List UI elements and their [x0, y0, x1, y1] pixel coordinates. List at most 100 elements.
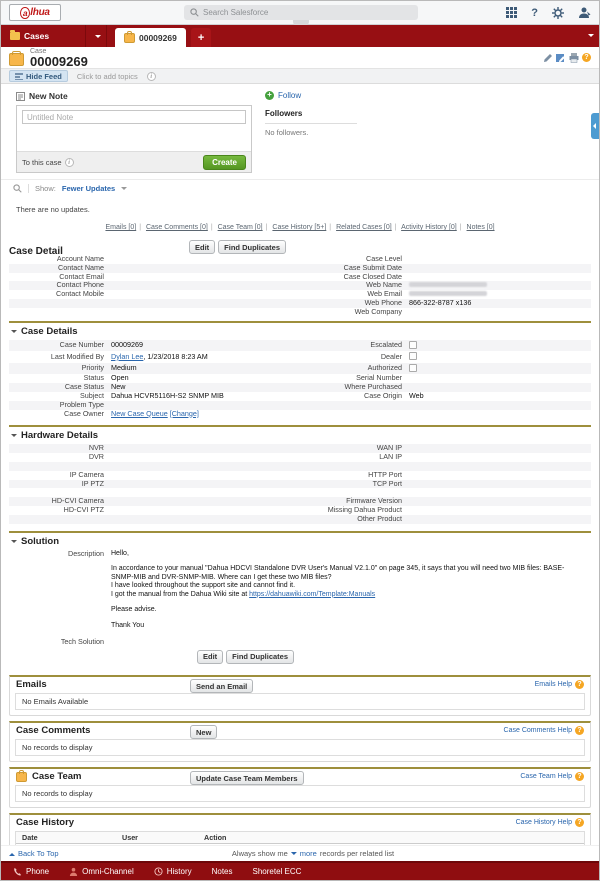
footer-item-omni-channel[interactable]: Omni-Channel — [69, 867, 134, 876]
tab-overflow-chevron-icon[interactable] — [588, 34, 594, 40]
note-body-area[interactable] — [17, 124, 251, 151]
edit-button[interactable]: Edit — [189, 240, 216, 254]
follow-plus-icon[interactable]: + — [265, 91, 274, 100]
create-note-button[interactable]: Create — [203, 154, 246, 170]
footer-item-shoretel-ecc[interactable]: Shoretel ECC — [253, 867, 302, 876]
note-title-input[interactable] — [22, 110, 246, 124]
section-header[interactable]: Case Details — [9, 323, 591, 340]
case-owner-link[interactable]: New Case Queue — [111, 409, 168, 418]
solution-buttons: Edit Find Duplicates — [9, 649, 591, 667]
page-help-icon[interactable]: ? — [582, 53, 591, 62]
footer-item-label: Phone — [26, 867, 50, 876]
find-duplicates-button[interactable]: Find Duplicates — [218, 240, 287, 254]
setup-gear-icon[interactable] — [552, 6, 564, 19]
jump-link-emails[interactable]: Emails [0] — [105, 224, 136, 231]
jump-link-notes[interactable]: Notes [0] — [467, 224, 495, 231]
description-text: Hello, In accordance to your manual "Dah… — [111, 550, 591, 638]
primary-tab-cases[interactable]: Cases — [3, 25, 107, 47]
chevron-down-icon[interactable] — [95, 34, 101, 41]
emails-help-link[interactable]: Emails Help — [535, 681, 572, 688]
edit-button[interactable]: Edit — [197, 649, 224, 664]
field-label: LAN IP — [379, 452, 402, 462]
notifications-avatar-icon[interactable] — [578, 6, 591, 19]
field-value — [111, 638, 591, 647]
case-icon — [9, 50, 24, 66]
field-label: Escalated — [370, 340, 402, 350]
related-list-case-comments: Case Comments New Case Comments Help? No… — [9, 720, 591, 762]
send-an-email-button[interactable]: Send an Email — [190, 679, 254, 694]
change-owner-link[interactable]: [Change] — [170, 409, 199, 418]
field-value — [409, 340, 591, 352]
jump-link-case-team[interactable]: Case Team [0] — [218, 224, 263, 231]
section-title: Case Detail — [9, 246, 63, 257]
field-label: IP PTZ — [81, 478, 104, 488]
edit-pencil-icon[interactable] — [543, 53, 553, 63]
console-tab-bar: Cases 00009269 + — [1, 25, 599, 47]
records-per-list-control: Always show me more records per related … — [232, 849, 394, 858]
jump-link-case-history[interactable]: Case History [5+] — [272, 224, 326, 231]
info-icon[interactable]: i — [146, 71, 156, 81]
case-history-help-link[interactable]: Case History Help — [516, 819, 572, 826]
find-duplicates-button[interactable]: Find Duplicates — [226, 649, 295, 664]
status-value: Open — [111, 373, 129, 383]
sidebar-collapse-handle[interactable] — [591, 113, 599, 139]
field-label: Case Origin — [364, 391, 402, 401]
description-line: I have looked throughout the support sit… — [111, 582, 296, 590]
more-records-link[interactable]: more — [300, 849, 317, 858]
jump-link-case-comments[interactable]: Case Comments [0] — [146, 224, 208, 231]
tab-case-00009269[interactable]: 00009269 — [115, 28, 186, 47]
help-icon[interactable]: ? — [575, 726, 584, 736]
back-to-top-label: Back To Top — [18, 849, 59, 858]
related-list-shortcuts: Emails [0] | Case Comments [0] | Case Team… — [1, 221, 599, 238]
help-icon[interactable]: ? — [575, 772, 584, 782]
info-icon[interactable]: i — [64, 157, 74, 167]
follow-link[interactable]: Follow — [278, 91, 301, 100]
feed-search-icon[interactable] — [13, 184, 22, 193]
hide-feed-button[interactable]: Hide Feed — [9, 70, 68, 82]
new-comment-button[interactable]: New — [190, 725, 218, 740]
divider — [265, 123, 357, 124]
note-icon — [16, 91, 25, 101]
help-icon[interactable]: ? — [531, 7, 538, 19]
collapse-triangle-icon — [11, 434, 17, 440]
footer-item-label: Notes — [211, 867, 233, 876]
jump-link-related-cases[interactable]: Related Cases [0] — [336, 224, 392, 231]
case-team-help-link[interactable]: Case Team Help — [520, 773, 572, 780]
app-launcher-icon[interactable] — [506, 7, 518, 18]
jump-link-activity-history[interactable]: Activity History [0] — [401, 224, 457, 231]
footer-item-history[interactable]: History — [154, 867, 192, 876]
footer-item-notes[interactable]: Notes — [212, 867, 233, 876]
empty-state-text: No records to display — [22, 742, 93, 752]
authorized-checkbox — [409, 363, 417, 372]
page-title: 00009269 — [30, 53, 88, 69]
follow-panel: + Follow Followers No followers. — [265, 91, 357, 173]
help-icon[interactable]: ? — [575, 680, 584, 690]
help-icon[interactable]: ? — [575, 818, 584, 828]
new-tab-button[interactable]: + — [190, 28, 212, 47]
web-phone-value: 866-322-8787 x136 — [409, 298, 472, 308]
back-to-top-link[interactable]: Back To Top — [9, 849, 59, 858]
main-content: Case 00009269 ? Hide Feed Click to add t… — [1, 47, 599, 880]
printable-view-icon[interactable] — [569, 52, 579, 63]
footer-item-phone[interactable]: Phone — [13, 867, 49, 876]
section-header[interactable]: Solution — [9, 533, 591, 550]
section-header[interactable]: Hardware Details — [9, 427, 591, 444]
section-case-details: Case Details Case Number 00009269 Escalate… — [9, 320, 591, 422]
chevron-down-icon — [290, 852, 297, 858]
edit-layout-icon[interactable] — [556, 53, 566, 63]
field-value: New Case Queue [Change] — [111, 409, 299, 419]
chevron-down-icon[interactable] — [121, 187, 128, 193]
search-input[interactable] — [203, 8, 412, 17]
case-number-value: 00009269 — [111, 340, 143, 350]
new-note-tab-label[interactable]: New Note — [29, 91, 68, 101]
update-case-team-members-button[interactable]: Update Case Team Members — [190, 771, 304, 786]
feed-filter-dropdown[interactable]: Fewer Updates — [62, 184, 115, 193]
up-caret-icon — [9, 850, 15, 856]
case-comments-help-link[interactable]: Case Comments Help — [504, 727, 572, 734]
case-detail-header: Case Detail Edit Find Duplicates — [1, 238, 599, 257]
add-topics-link[interactable]: Click to add topics — [77, 72, 138, 81]
dahua-wiki-link[interactable]: https://dahuawiki.com/Template:Manuals — [249, 591, 375, 598]
user-link[interactable]: Dylan Lee — [111, 352, 143, 361]
priority-value: Medium — [111, 363, 137, 373]
note-compose-box: To this case i Create — [16, 105, 252, 173]
